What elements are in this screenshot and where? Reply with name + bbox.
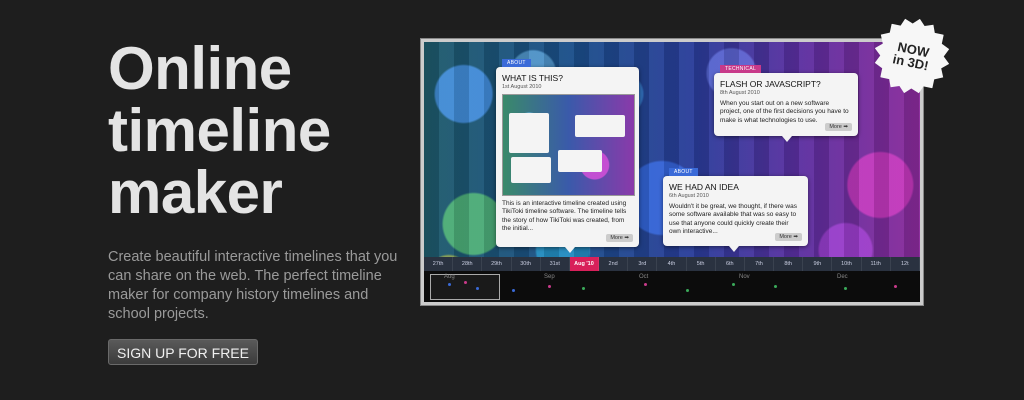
more-button[interactable]: More ➡ bbox=[825, 123, 852, 131]
axis-tick[interactable]: 30th bbox=[512, 257, 541, 271]
axis-tick[interactable]: 10th bbox=[832, 257, 862, 271]
signup-button[interactable]: SIGN UP FOR FREE bbox=[108, 339, 258, 365]
axis-tick[interactable]: 29th bbox=[482, 257, 512, 271]
axis-tick[interactable]: 11th bbox=[862, 257, 891, 271]
axis-tick[interactable]: 31st bbox=[541, 257, 570, 271]
overview-month-label: Oct bbox=[639, 274, 649, 280]
overview-event-marker bbox=[732, 283, 735, 286]
more-label: More bbox=[610, 235, 623, 241]
card-body: This is an interactive timeline created … bbox=[502, 200, 627, 232]
overview-month-label: Nov bbox=[739, 274, 750, 280]
card-title: FLASH OR JAVASCRIPT? bbox=[720, 79, 821, 89]
overview-month-label: Aug bbox=[444, 274, 455, 280]
category-label: ABOUT bbox=[502, 59, 531, 67]
axis-tick[interactable]: 8th bbox=[774, 257, 804, 271]
card-pointer bbox=[782, 136, 792, 142]
overview-event-marker bbox=[464, 281, 467, 284]
axis-tick[interactable]: Aug '10 bbox=[569, 257, 600, 271]
overview-event-marker bbox=[448, 283, 451, 286]
card-body: Wouldn't it be great, we thought, if the… bbox=[669, 203, 797, 235]
overview-event-marker bbox=[512, 289, 515, 292]
card-date: 1st August 2010 bbox=[502, 84, 542, 90]
category-label: TECHNICAL bbox=[720, 65, 762, 73]
hero-title-line-2: timeline bbox=[108, 97, 331, 164]
hero-title-line-1: Online bbox=[108, 35, 292, 102]
overview-viewport-handle[interactable] bbox=[430, 274, 500, 300]
overview-event-marker bbox=[644, 283, 647, 286]
more-button[interactable]: More ➡ bbox=[775, 233, 802, 241]
overview-month-label: Sep bbox=[544, 274, 555, 280]
overview-event-marker bbox=[686, 289, 689, 292]
axis-tick[interactable]: 7th bbox=[745, 257, 775, 271]
axis-tick[interactable]: 2nd bbox=[599, 257, 629, 271]
overview-event-marker bbox=[844, 287, 847, 290]
card-date: 6th August 2010 bbox=[669, 193, 709, 199]
more-label: More bbox=[829, 124, 842, 130]
timeline-screenshot: ABOUT WHAT IS THIS? 1st August 2010 This… bbox=[420, 38, 924, 306]
axis-tick[interactable]: 27th bbox=[424, 257, 454, 271]
category-label: ABOUT bbox=[669, 168, 698, 176]
card-date: 8th August 2010 bbox=[720, 90, 760, 96]
timeline-overview[interactable]: Aug Sep Oct Nov Dec bbox=[424, 271, 920, 302]
card-image bbox=[502, 94, 635, 196]
hero-title-line-3: maker bbox=[108, 159, 283, 226]
hero-description: Create beautiful interactive timelines t… bbox=[108, 249, 398, 322]
card-pointer bbox=[565, 247, 575, 253]
overview-event-marker bbox=[548, 285, 551, 288]
axis-tick[interactable]: 28th bbox=[453, 257, 483, 271]
card-title: WHAT IS THIS? bbox=[502, 73, 563, 83]
axis-tick[interactable]: 12t bbox=[891, 257, 920, 271]
axis-tick[interactable]: 3rd bbox=[628, 257, 658, 271]
timeline-card-what-is-this[interactable]: ABOUT WHAT IS THIS? 1st August 2010 This… bbox=[496, 59, 639, 247]
overview-event-marker bbox=[894, 285, 897, 288]
axis-tick[interactable]: 4th bbox=[657, 257, 687, 271]
timeline-date-axis[interactable]: 27th 28th 29th 30th 31st Aug '10 2nd 3rd 4th 5th 6… bbox=[424, 257, 920, 271]
card-pointer bbox=[729, 246, 739, 252]
timeline-card-flash-or-javascript[interactable]: TECHNICAL FLASH OR JAVASCRIPT? 8th Augus… bbox=[714, 65, 858, 136]
overview-event-marker bbox=[582, 287, 585, 290]
hero-title: Online timeline maker bbox=[108, 38, 331, 224]
overview-event-marker bbox=[774, 285, 777, 288]
card-body: When you start out on a new software pro… bbox=[720, 100, 849, 124]
more-button[interactable]: More ➡ bbox=[606, 234, 633, 242]
overview-month-label: Dec bbox=[837, 274, 848, 280]
timeline-card-we-had-an-idea[interactable]: ABOUT WE HAD AN IDEA 6th August 2010 Wou… bbox=[663, 168, 808, 246]
axis-tick[interactable]: 6th bbox=[716, 257, 745, 271]
more-label: More bbox=[779, 234, 792, 240]
card-title: WE HAD AN IDEA bbox=[669, 182, 739, 192]
axis-tick[interactable]: 5th bbox=[687, 257, 716, 271]
overview-event-marker bbox=[476, 287, 479, 290]
timeline-preview: ABOUT WHAT IS THIS? 1st August 2010 This… bbox=[424, 42, 920, 302]
axis-tick[interactable]: 9th bbox=[803, 257, 833, 271]
